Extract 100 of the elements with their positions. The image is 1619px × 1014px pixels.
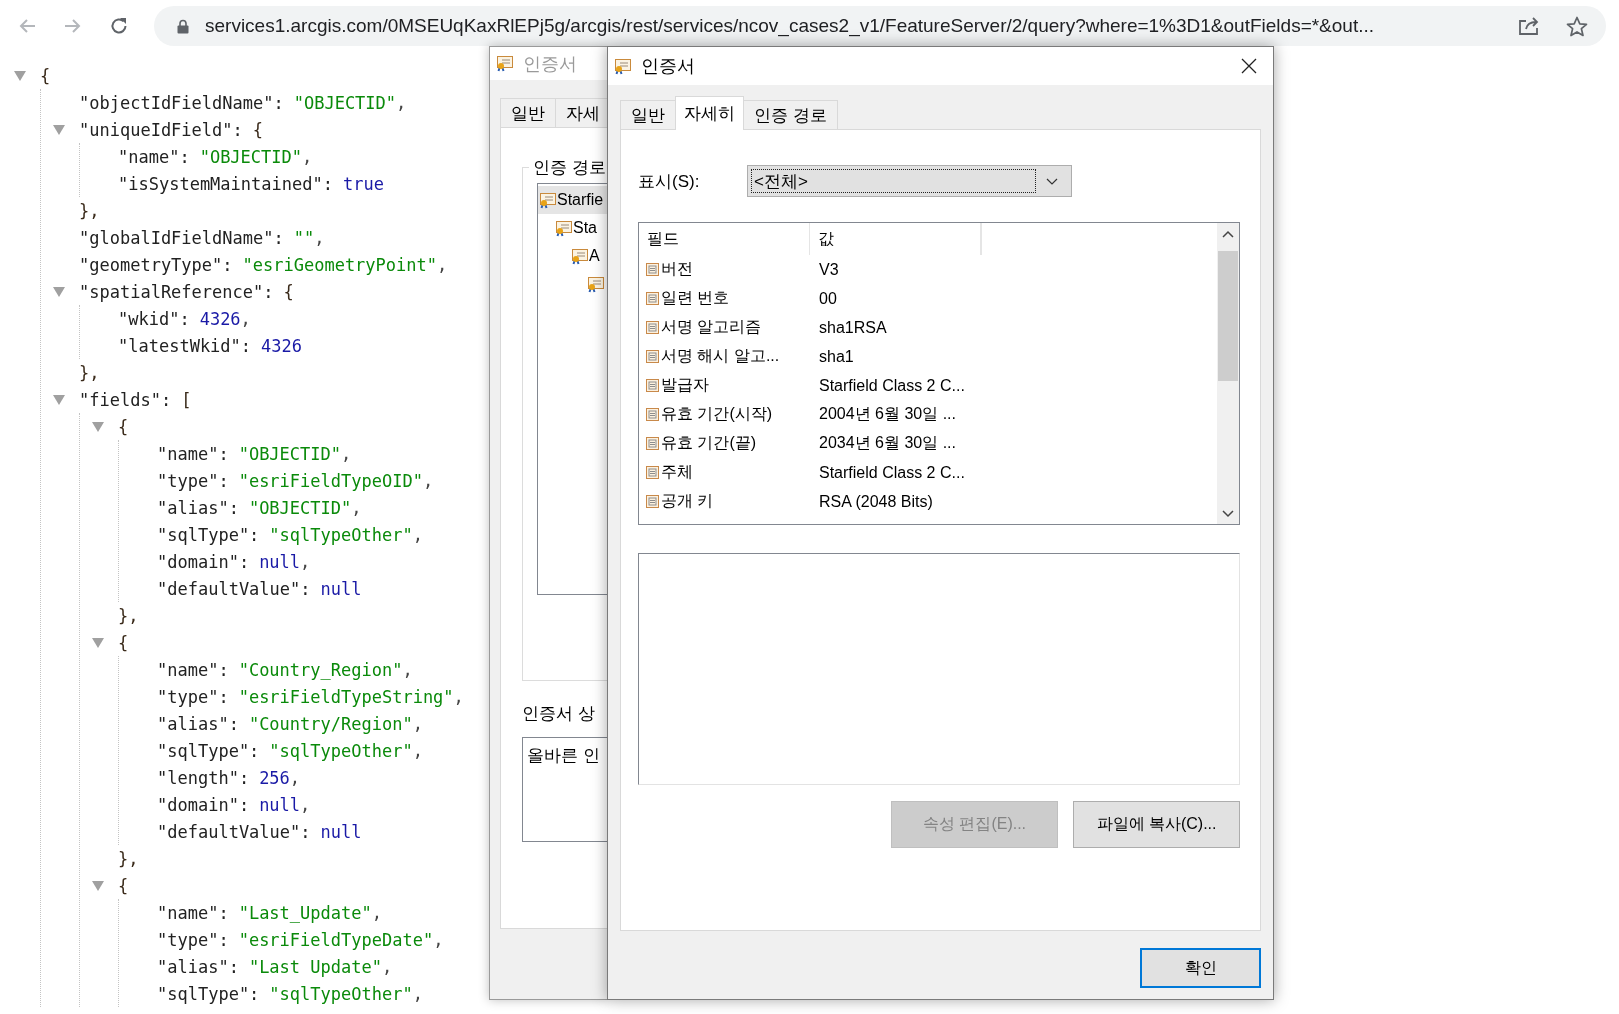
document-icon <box>645 407 660 422</box>
expand-triangle-icon[interactable] <box>53 394 65 405</box>
table-cell-text: 발급자 <box>661 375 709 395</box>
json-key: "name": <box>157 902 229 923</box>
tab[interactable]: 일반 <box>620 100 676 129</box>
json-value: "Country_Region" <box>238 659 403 680</box>
json-key: "defaultValue": <box>157 578 311 599</box>
group-label: 인증 경로 <box>532 157 607 179</box>
json-punctuation: , <box>289 767 301 788</box>
json-punctuation: , <box>412 713 423 734</box>
document-icon <box>645 436 660 451</box>
json-punctuation: , <box>453 686 464 707</box>
json-value: "OBJECTID" <box>248 497 352 518</box>
ok-button[interactable]: 확인 <box>1140 948 1261 988</box>
display-dropdown[interactable]: <전체> <box>747 165 1072 197</box>
json-key: "name": <box>157 443 229 464</box>
tree-view[interactable]: Starfie Sta A <box>537 183 607 595</box>
json-punctuation: , <box>402 659 413 680</box>
json-key: "alias": <box>157 713 239 734</box>
table-cell-text: 서명 알고리즘 <box>661 317 762 337</box>
json-key: "domain": <box>157 551 250 572</box>
share-icon[interactable] <box>1518 16 1540 36</box>
tree-item-label: Sta <box>573 219 597 237</box>
json-value: "Country/Region" <box>248 713 413 734</box>
scrollbar[interactable] <box>1217 223 1239 524</box>
json-punctuation: , <box>240 308 251 329</box>
scroll-down-icon[interactable] <box>1222 510 1234 518</box>
details-field[interactable] <box>638 553 1240 785</box>
scroll-up-icon[interactable] <box>1222 230 1234 238</box>
table-cell-text: 서명 해시 알고... <box>661 346 780 366</box>
expand-triangle-icon[interactable] <box>92 637 104 648</box>
expand-triangle-icon[interactable] <box>53 286 65 297</box>
column-header[interactable]: 값 <box>810 223 981 255</box>
json-value: "OBJECTID" <box>238 443 341 464</box>
bookmark-star-icon[interactable] <box>1566 15 1588 37</box>
json-punctuation: , <box>371 902 382 923</box>
table-cell-text: Starfield Class 2 C... <box>818 376 965 395</box>
json-value: "OBJECTID" <box>199 146 302 167</box>
json-value: "Last_Update" <box>238 902 372 923</box>
certificate-icon <box>614 57 632 75</box>
json-punctuation: , <box>412 740 423 761</box>
table-cell-text: 2034년 6월 30일 ... <box>818 433 956 453</box>
tree-item[interactable]: Sta <box>554 214 607 242</box>
document-icon <box>645 291 660 306</box>
json-key: "alias": <box>157 497 239 518</box>
table-cell-text: sha1 <box>818 347 854 366</box>
json-value: "esriGeometryPoint" <box>242 254 437 275</box>
expand-triangle-icon[interactable] <box>92 421 104 432</box>
field-label: 인증서 상 <box>522 703 596 725</box>
json-value: null <box>259 551 301 572</box>
json-value: "Last Update" <box>248 956 382 977</box>
json-bracket: }, <box>118 848 139 869</box>
column-header[interactable]: 필드 <box>639 223 810 255</box>
json-value: "esriFieldTypeDate" <box>238 929 434 950</box>
table-cell-text: 주체 <box>661 462 693 482</box>
json-key: "type": <box>157 686 229 707</box>
copy-to-file-button[interactable]: 파일에 복사(C)... <box>1073 801 1240 848</box>
address-bar[interactable]: services1.arcgis.com/0MSEUqKaxRlEPj5g/arcgis/rest/services/ncov_cases2_v1/FeatureServer/2/query?where=1%3D1&outFields=*&out... <box>154 6 1606 46</box>
table-cell-text: 일련 번호 <box>661 288 730 308</box>
json-punctuation: , <box>300 551 311 572</box>
json-punctuation: , <box>300 794 311 815</box>
table-cell-text: V3 <box>818 260 839 279</box>
certificate-icon <box>496 55 514 72</box>
window-title: 인증서 <box>523 52 577 76</box>
json-value: null <box>259 794 301 815</box>
tab[interactable]: 자세히 <box>675 96 744 130</box>
certificate-icon <box>571 247 589 265</box>
field-label: 표시(S): <box>638 170 701 193</box>
expand-triangle-icon[interactable] <box>14 70 26 81</box>
certificate-icon <box>555 219 573 237</box>
tab[interactable]: 일반 <box>500 98 556 127</box>
expand-triangle-icon[interactable] <box>92 880 104 891</box>
json-bracket: { <box>283 281 294 302</box>
json-value: true <box>342 173 384 194</box>
json-key: "latestWkid": <box>118 335 252 356</box>
table-cell-text: 버전 <box>661 259 693 279</box>
json-key: "spatialReference": <box>79 281 274 302</box>
table-cell-text: 유효 기간(시작) <box>661 404 773 424</box>
json-bracket: }, <box>79 362 100 383</box>
json-key: "globalIdFieldName": <box>79 227 284 248</box>
scroll-thumb[interactable] <box>1218 251 1238 381</box>
field-list[interactable]: 필드 값 버전 V3 일련 번호 00 서명 알고리즘 sha1RSA 서명 해시 알고... sha1 발급자 Starfield Class 2 C... 유효 기간(시작) 2004년 6월 30일 ... 유효 기간(끝) 2034년 6월 30일 ... 주체 Starfield Class 2 C... 공개 키 RSA (2048 Bits) <box>638 222 1240 525</box>
tab[interactable]: 인증 경로 <box>743 100 838 129</box>
certificate-icon <box>539 191 557 209</box>
lock-icon <box>177 18 189 34</box>
json-punctuation: , <box>412 524 423 545</box>
json-value: 4326 <box>199 308 241 329</box>
json-punctuation: , <box>314 227 325 248</box>
json-value: 4326 <box>261 335 302 356</box>
json-bracket: { <box>118 416 129 437</box>
expand-triangle-icon[interactable] <box>53 124 65 135</box>
tree-item[interactable]: A <box>570 242 607 270</box>
table-cell-text: 유효 기간(끝) <box>661 433 757 453</box>
tree-item[interactable]: Starfie <box>538 186 607 214</box>
tab[interactable]: 자세 <box>555 98 607 127</box>
document-icon <box>645 320 660 335</box>
json-key: "fields": <box>79 389 172 410</box>
json-key: "alias": <box>157 956 239 977</box>
table-cell-text: 00 <box>818 289 837 308</box>
close-icon[interactable] <box>1241 58 1257 74</box>
